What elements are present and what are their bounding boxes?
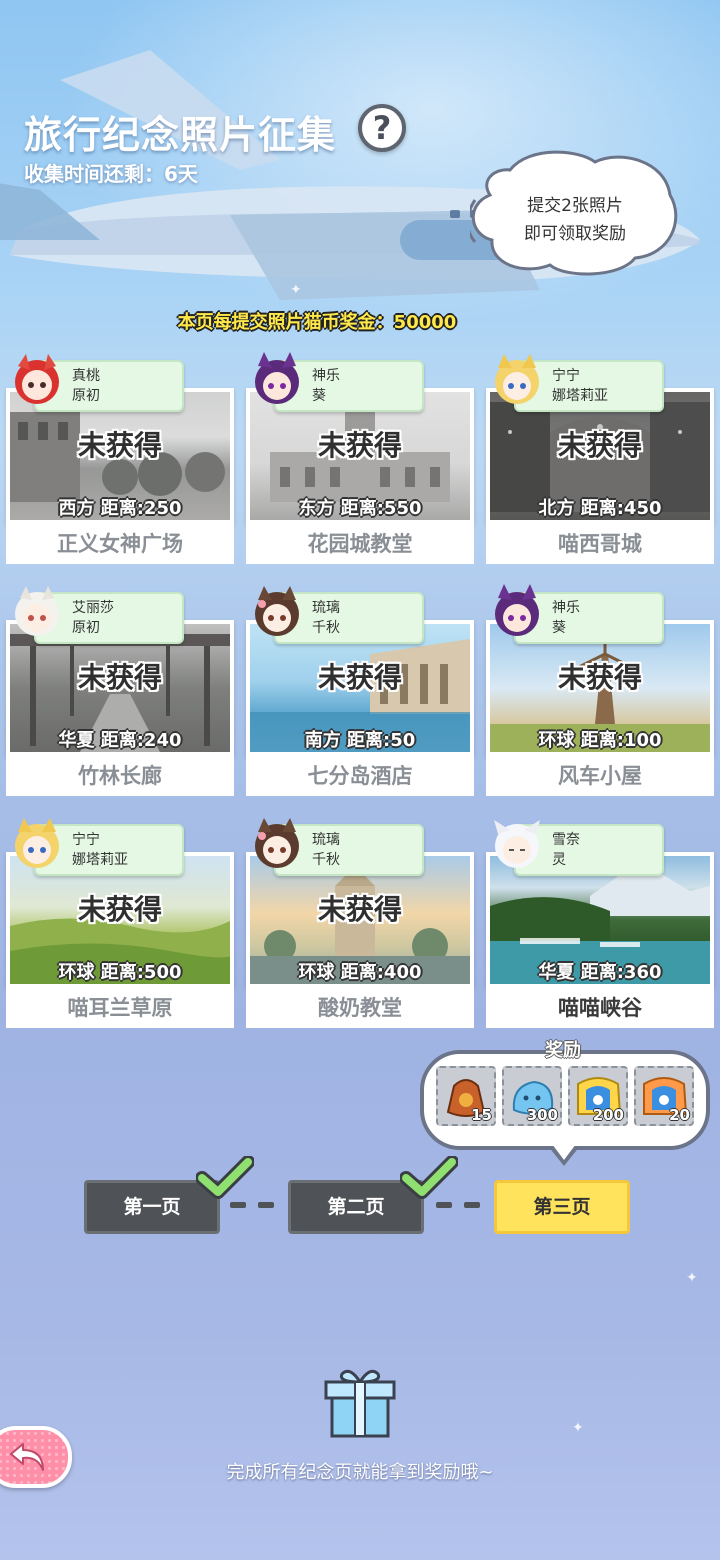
avatar-icon <box>495 354 539 404</box>
character-name: 琉璃 <box>312 600 340 616</box>
reward-count: 300 <box>526 1106 558 1124</box>
photo-card[interactable]: 未获得 西方 距离:250 真桃 原初 正义女神广场 <box>6 352 234 564</box>
character-name-2: 原初 <box>72 620 100 636</box>
status-label: 未获得 <box>557 429 642 462</box>
avatar-icon <box>255 818 299 868</box>
character-name-2: 娜塔莉亚 <box>72 852 128 868</box>
gold-ticket-icon[interactable]: 200 <box>568 1066 628 1126</box>
blue-slime-icon[interactable]: 300 <box>502 1066 562 1126</box>
dash-divider <box>436 1202 452 1208</box>
location-name: 七分岛酒店 <box>246 756 474 796</box>
distance-label: 华夏 距离:360 <box>538 962 662 983</box>
distance-label: 环球 距离:100 <box>538 730 662 751</box>
character-name-2: 灵 <box>552 852 566 868</box>
sparkle: ✦ <box>686 1270 698 1286</box>
photo-card[interactable]: 未获得 环球 距离:400 琉璃 千秋 酸奶教堂 <box>246 816 474 1028</box>
photo-card[interactable]: 未获得 东方 距离:550 神乐 葵 花园城教堂 <box>246 352 474 564</box>
page-reward-line: 本页每提交照片猫币奖金：50000 <box>177 312 457 333</box>
status-label: 未获得 <box>77 429 162 462</box>
character-name-2: 千秋 <box>312 852 340 868</box>
location-name: 风车小屋 <box>486 756 714 796</box>
character-name: 琉璃 <box>312 832 340 848</box>
gift-box-icon[interactable] <box>322 1364 398 1440</box>
collection-timer: 收集时间还剩：6天 <box>24 162 198 186</box>
avatar-icon <box>15 586 59 636</box>
reward-count: 20 <box>669 1106 690 1124</box>
bubble-line-1: 提交2张照片 <box>527 196 623 216</box>
checkmark-icon <box>400 1156 458 1199</box>
reward-title: 奖励 <box>545 1040 581 1061</box>
location-name: 酸奶教堂 <box>246 988 474 1028</box>
distance-label: 华夏 距离:240 <box>58 730 182 751</box>
status-label: 未获得 <box>557 661 642 694</box>
location-name: 喵耳兰草原 <box>6 988 234 1028</box>
character-name-2: 千秋 <box>312 620 340 636</box>
help-button[interactable]: ? <box>358 104 406 152</box>
dash-divider <box>258 1202 274 1208</box>
character-name: 雪奈 <box>552 832 580 848</box>
avatar-icon <box>15 818 59 868</box>
checkmark-icon <box>196 1156 254 1199</box>
character-name-2: 葵 <box>312 388 326 404</box>
character-name-2: 原初 <box>72 388 100 404</box>
photo-card[interactable]: 未获得 环球 距离:100 神乐 葵 风车小屋 <box>486 584 714 796</box>
bubble-line-2: 即可领取奖励 <box>524 224 626 244</box>
photo-card[interactable]: 华夏 距离:360 雪奈 灵 喵喵峡谷 <box>486 816 714 1028</box>
page-title: 旅行纪念照片征集 <box>24 113 337 157</box>
location-name: 正义女神广场 <box>6 524 234 564</box>
photo-card[interactable]: 未获得 南方 距离:50 琉璃 千秋 七分岛酒店 <box>246 584 474 796</box>
distance-label: 北方 距离:450 <box>538 498 662 519</box>
character-name: 宁宁 <box>72 832 100 848</box>
page-3-button[interactable]: 第三页 <box>494 1180 630 1234</box>
dash-divider <box>464 1202 480 1208</box>
back-button[interactable] <box>0 1426 72 1488</box>
character-name: 宁宁 <box>552 368 580 384</box>
back-arrow-icon <box>10 1443 44 1471</box>
status-label: 未获得 <box>77 893 162 926</box>
coin-bag-icon[interactable]: 15 <box>436 1066 496 1126</box>
distance-label: 南方 距离:50 <box>304 730 416 751</box>
distance-label: 环球 距离:400 <box>298 962 422 983</box>
avatar-icon <box>15 354 59 404</box>
status-label: 未获得 <box>317 661 402 694</box>
photo-card[interactable]: 未获得 华夏 距离:240 艾丽莎 原初 竹林长廊 <box>6 584 234 796</box>
status-label: 未获得 <box>317 893 402 926</box>
avatar-icon <box>494 820 540 868</box>
avatar-icon <box>255 352 299 404</box>
character-name-2: 娜塔莉亚 <box>552 388 608 404</box>
location-name: 喵喵峡谷 <box>486 988 714 1028</box>
character-name: 神乐 <box>312 368 340 384</box>
sparkle: ✦ <box>572 1420 584 1436</box>
character-name: 真桃 <box>72 368 100 384</box>
location-name: 喵西哥城 <box>486 524 714 564</box>
distance-label: 东方 距离:550 <box>298 498 422 519</box>
location-name: 竹林长廊 <box>6 756 234 796</box>
status-label: 未获得 <box>317 429 402 462</box>
character-name-2: 葵 <box>552 620 566 636</box>
reward-popup-tail-inner <box>552 1144 576 1160</box>
photo-card[interactable]: 未获得 北方 距离:450 宁宁 娜塔莉亚 喵西哥城 <box>486 352 714 564</box>
sparkle: ✦ <box>290 282 302 298</box>
footer-hint: 完成所有纪念页就能拿到奖励哦~ <box>226 1462 494 1483</box>
status-label: 未获得 <box>77 661 162 694</box>
photo-card[interactable]: 未获得 环球 距离:500 宁宁 娜塔莉亚 喵耳兰草原 <box>6 816 234 1028</box>
character-name: 艾丽莎 <box>72 600 114 616</box>
reward-count: 15 <box>471 1106 492 1124</box>
reward-count: 200 <box>592 1106 624 1124</box>
distance-label: 西方 距离:250 <box>58 498 182 519</box>
distance-label: 环球 距离:500 <box>58 962 182 983</box>
avatar-icon <box>495 584 539 636</box>
avatar-icon <box>255 586 299 636</box>
character-name: 神乐 <box>552 600 580 616</box>
dash-divider <box>230 1202 246 1208</box>
location-name: 花园城教堂 <box>246 524 474 564</box>
orange-ticket-icon[interactable]: 20 <box>634 1066 694 1126</box>
bubble-text: 提交2张照片 即可领取奖励 <box>470 192 680 248</box>
